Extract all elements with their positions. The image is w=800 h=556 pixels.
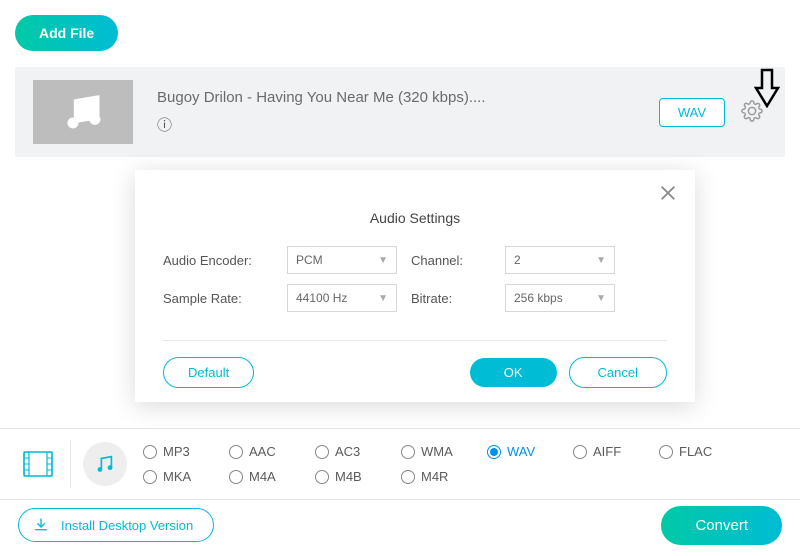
radio-icon [315, 445, 329, 459]
format-option-flac[interactable]: FLAC [659, 444, 745, 459]
info-icon[interactable]: ⓘ [157, 117, 172, 134]
encoder-select[interactable]: PCM ▼ [287, 246, 397, 274]
channel-label: Channel: [411, 253, 491, 268]
format-option-label: AC3 [335, 444, 360, 459]
format-option-label: MP3 [163, 444, 190, 459]
cancel-button[interactable]: Cancel [569, 357, 667, 388]
format-option-label: MKA [163, 469, 191, 484]
music-note-icon [61, 90, 105, 134]
radio-icon [401, 445, 415, 459]
bitrate-value: 256 kbps [514, 291, 563, 305]
format-option-label: M4A [249, 469, 276, 484]
sample-rate-label: Sample Rate: [163, 291, 273, 306]
format-option-label: M4B [335, 469, 362, 484]
sample-rate-value: 44100 Hz [296, 291, 347, 305]
format-option-aiff[interactable]: AIFF [573, 444, 659, 459]
convert-button[interactable]: Convert [661, 506, 782, 545]
divider [163, 340, 667, 341]
chevron-down-icon: ▼ [378, 255, 388, 266]
sample-rate-select[interactable]: 44100 Hz ▼ [287, 284, 397, 312]
radio-icon [229, 445, 243, 459]
radio-icon [315, 470, 329, 484]
default-button[interactable]: Default [163, 357, 254, 388]
radio-icon [659, 445, 673, 459]
radio-icon [143, 445, 157, 459]
radio-icon [573, 445, 587, 459]
music-note-icon [94, 453, 116, 475]
format-option-m4a[interactable]: M4A [229, 469, 315, 484]
encoder-value: PCM [296, 253, 323, 267]
download-icon [33, 517, 49, 533]
format-option-label: AAC [249, 444, 276, 459]
format-option-label: AIFF [593, 444, 621, 459]
format-options: MP3 AAC AC3 WMA WAV AIFF FLAC MKA M4A M4B M4R [143, 444, 745, 484]
chevron-down-icon: ▼ [596, 293, 606, 304]
radio-icon [143, 470, 157, 484]
bottom-bar: Install Desktop Version Convert [0, 502, 800, 548]
file-thumbnail [33, 80, 133, 144]
close-icon [659, 184, 677, 202]
format-option-m4r[interactable]: M4R [401, 469, 487, 484]
install-desktop-button[interactable]: Install Desktop Version [18, 508, 214, 542]
format-option-label: WAV [507, 444, 535, 459]
install-desktop-label: Install Desktop Version [61, 518, 193, 533]
channel-value: 2 [514, 253, 521, 267]
format-option-ac3[interactable]: AC3 [315, 444, 401, 459]
chevron-down-icon: ▼ [596, 255, 606, 266]
format-option-mp3[interactable]: MP3 [143, 444, 229, 459]
format-option-wma[interactable]: WMA [401, 444, 487, 459]
chevron-down-icon: ▼ [378, 293, 388, 304]
radio-icon [401, 470, 415, 484]
ok-button[interactable]: OK [470, 358, 557, 387]
encoder-label: Audio Encoder: [163, 253, 273, 268]
filmstrip-icon [23, 451, 53, 477]
audio-settings-dialog: Audio Settings Audio Encoder: PCM ▼ Chann… [135, 170, 695, 402]
audio-tab[interactable] [83, 442, 127, 486]
format-option-aac[interactable]: AAC [229, 444, 315, 459]
video-tab[interactable] [18, 444, 58, 484]
add-file-button[interactable]: Add File [15, 15, 118, 51]
channel-select[interactable]: 2▼ [505, 246, 615, 274]
bitrate-select[interactable]: 256 kbps ▼ [505, 284, 615, 312]
dialog-title: Audio Settings [163, 210, 667, 226]
file-item: Bugoy Drilon - Having You Near Me (320 k… [15, 67, 785, 157]
format-option-wav[interactable]: WAV [487, 444, 573, 459]
format-bar: MP3 AAC AC3 WMA WAV AIFF FLAC MKA M4A M4B M4R [0, 428, 800, 500]
radio-icon [487, 445, 501, 459]
bitrate-label: Bitrate: [411, 291, 491, 306]
format-option-mka[interactable]: MKA [143, 469, 229, 484]
format-option-m4b[interactable]: M4B [315, 469, 401, 484]
file-title: Bugoy Drilon - Having You Near Me (320 k… [157, 89, 659, 106]
close-button[interactable] [659, 184, 677, 205]
arrow-annotation-icon [752, 68, 782, 108]
format-option-label: FLAC [679, 444, 712, 459]
format-badge[interactable]: WAV [659, 98, 725, 127]
radio-icon [229, 470, 243, 484]
format-option-label: M4R [421, 469, 448, 484]
format-option-label: WMA [421, 444, 453, 459]
divider [70, 440, 71, 488]
